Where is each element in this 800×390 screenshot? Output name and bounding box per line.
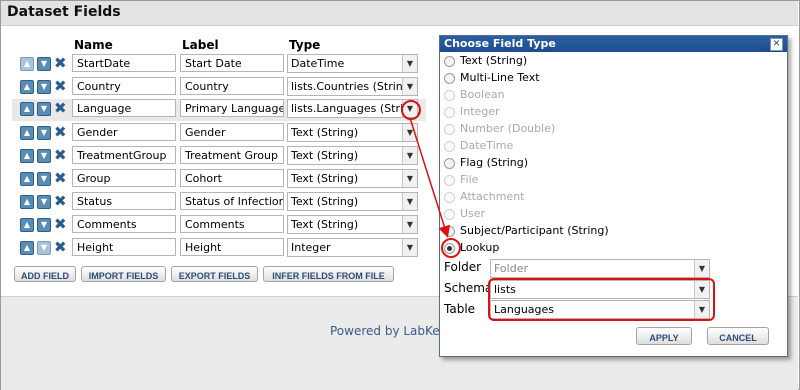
- callout-arrow: [409, 117, 451, 238]
